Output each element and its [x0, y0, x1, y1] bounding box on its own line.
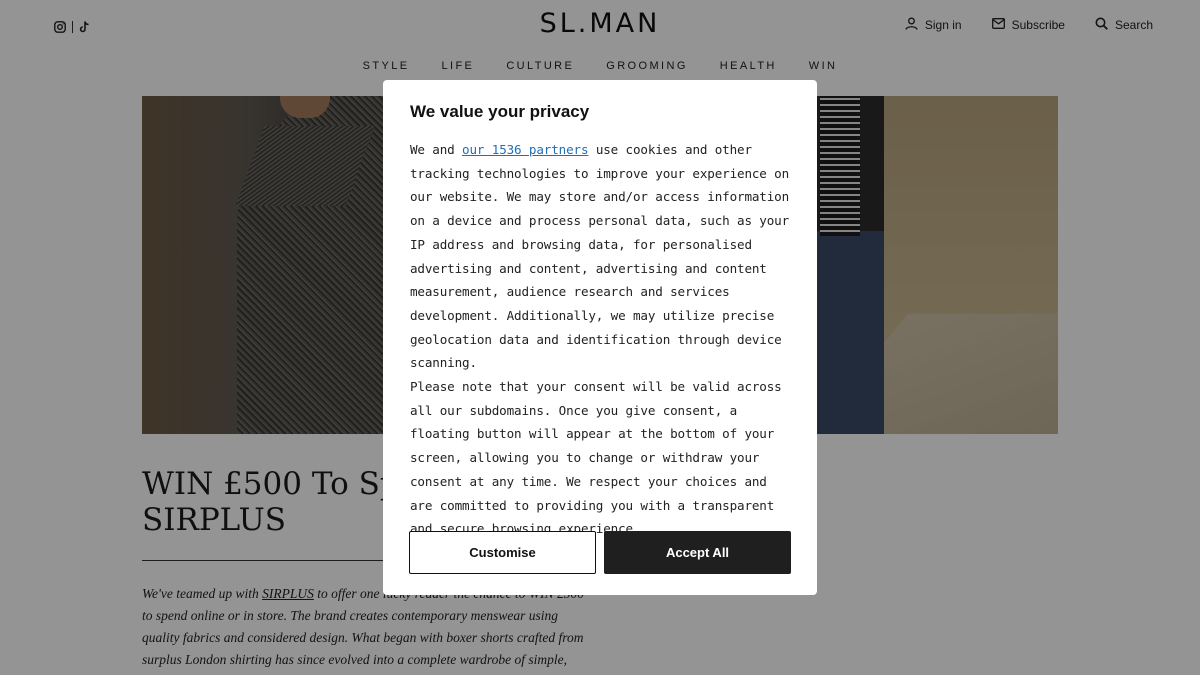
consent-text-intro: We and: [410, 142, 463, 157]
dialog-title: We value your privacy: [410, 102, 590, 121]
partners-link[interactable]: our 1536 partners: [462, 142, 589, 157]
accept-all-button[interactable]: Accept All: [604, 531, 791, 574]
privacy-consent-dialog: We value your privacy We and our 1536 pa…: [383, 80, 817, 595]
dialog-actions: Customise Accept All: [409, 531, 791, 574]
consent-text-main: use cookies and other tracking technolog…: [410, 142, 790, 371]
customise-button[interactable]: Customise: [409, 531, 596, 574]
dialog-body: We and our 1536 partners use cookies and…: [410, 138, 791, 541]
consent-text-paragraph-2: Please note that your consent will be va…: [410, 379, 782, 537]
